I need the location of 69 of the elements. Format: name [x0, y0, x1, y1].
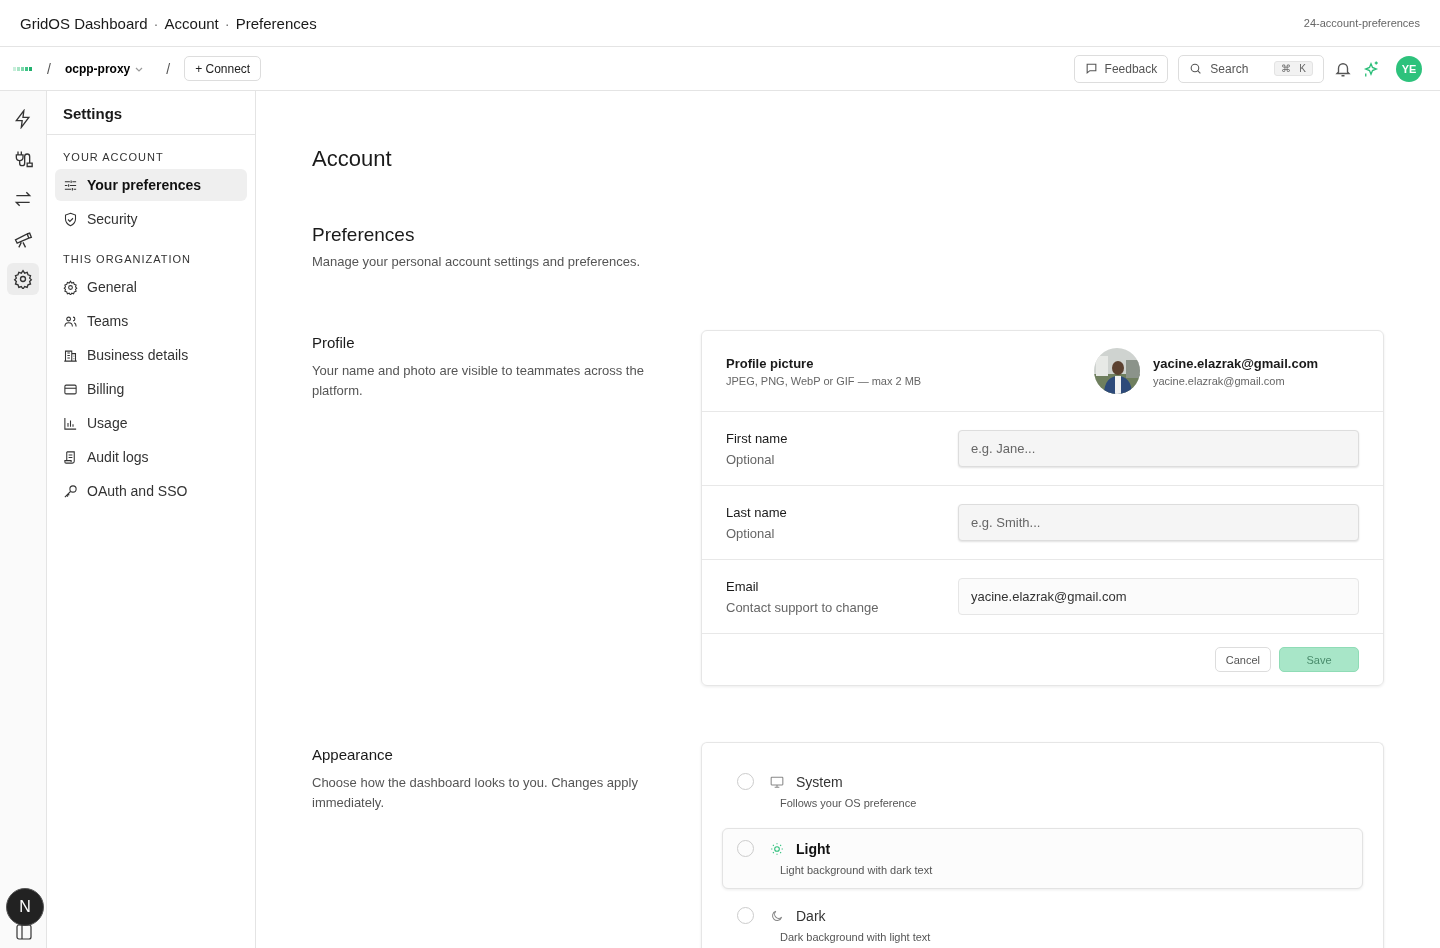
key-icon: [63, 483, 78, 499]
cancel-button[interactable]: Cancel: [1214, 647, 1271, 672]
status-badge[interactable]: N: [6, 888, 44, 926]
input-field[interactable]: e.g. Smith...: [958, 504, 1359, 541]
scroll-icon: [63, 449, 78, 465]
building-icon: [63, 347, 78, 363]
settings-nav-item[interactable]: General: [55, 271, 247, 303]
rail-nav-button[interactable]: [7, 263, 39, 295]
bar-chart-icon: [63, 415, 78, 431]
credit-card-icon: [63, 381, 78, 397]
settings-nav-item[interactable]: Usage: [55, 407, 247, 439]
nav-group-heading: YOUR ACCOUNT: [62, 150, 165, 165]
page-tag: 24-account-preferences: [1303, 17, 1420, 29]
arrows-icon: [13, 189, 33, 209]
search-button[interactable]: Search ⌘ K: [1178, 54, 1324, 83]
section-title: Preferences: [312, 224, 416, 246]
settings-nav-item[interactable]: Your preferences: [55, 169, 247, 201]
nav-group-heading: THIS ORGANIZATION: [62, 252, 193, 267]
connect-button[interactable]: + Connect: [184, 56, 262, 81]
plug-icon: [13, 149, 33, 169]
field-hint: Contact support to change: [726, 599, 880, 615]
field-label: Last name: [726, 504, 788, 520]
breadcrumb-dot: ·: [224, 14, 230, 32]
theme-option[interactable]: Light Light background with dark text: [722, 828, 1363, 889]
section-description: Choose how the dashboard looks to you. Changes apply immediately.: [312, 774, 639, 812]
field-label: Profile picture: [726, 355, 815, 371]
settings-nav-item[interactable]: Business details: [55, 339, 247, 371]
user-name: yacine.elazrak@gmail.com: [1153, 355, 1319, 371]
settings-nav-item[interactable]: OAuth and SSO: [55, 475, 247, 507]
sun-icon: [770, 841, 784, 856]
input-field[interactable]: e.g. Jane...: [958, 430, 1359, 467]
settings-nav-item[interactable]: Teams: [55, 305, 247, 337]
field-hint: Optional: [726, 451, 776, 467]
settings-icon: [13, 269, 33, 289]
speech-bubble-icon: [1084, 62, 1098, 75]
settings-icon: [63, 279, 78, 295]
field-label: First name: [726, 430, 789, 446]
user-email: yacine.elazrak@gmail.com: [1153, 374, 1286, 387]
settings-nav-item[interactable]: Audit logs: [55, 441, 247, 473]
feedback-button[interactable]: Feedback: [1073, 54, 1169, 83]
shield-icon: [63, 211, 78, 227]
project-selector[interactable]: ocpp-proxy: [64, 61, 153, 76]
bolt-icon: [13, 109, 33, 129]
window-title: Preferences: [235, 14, 317, 32]
monitor-icon: [770, 774, 784, 789]
moon-icon: [770, 908, 784, 923]
search-icon: [1189, 62, 1203, 75]
logo-icon[interactable]: [13, 65, 33, 72]
section-title: Appearance: [312, 746, 394, 763]
window-title: GridOS Dashboard: [20, 14, 148, 32]
section-description: Your name and photo are visible to teammates across the platform.: [312, 362, 645, 400]
settings-nav-item[interactable]: Security: [55, 203, 247, 235]
theme-option[interactable]: Dark Dark background with light text: [722, 895, 1363, 948]
breadcrumb-separator: /: [166, 60, 171, 77]
settings-nav-item[interactable]: Billing: [55, 373, 247, 405]
settings-title: Settings: [47, 91, 255, 135]
breadcrumb-dot: ·: [153, 14, 159, 32]
theme-option[interactable]: System Follows your OS preference: [722, 761, 1363, 822]
field-label: Email: [726, 578, 760, 594]
section-title: Profile: [312, 334, 356, 351]
shortcut-hint: ⌘ K: [1274, 61, 1313, 76]
people-icon: [63, 313, 78, 329]
page-title: Account: [312, 146, 393, 172]
field-hint: JPEG, PNG, WebP or GIF — max 2 MB: [726, 374, 923, 387]
breadcrumb-separator: /: [47, 60, 51, 77]
section-description: Manage your personal account settings and preferences.: [312, 253, 642, 271]
field-hint: Optional: [726, 525, 776, 541]
window-title: Account: [164, 14, 219, 32]
sidebar-toggle-icon[interactable]: [16, 924, 32, 940]
